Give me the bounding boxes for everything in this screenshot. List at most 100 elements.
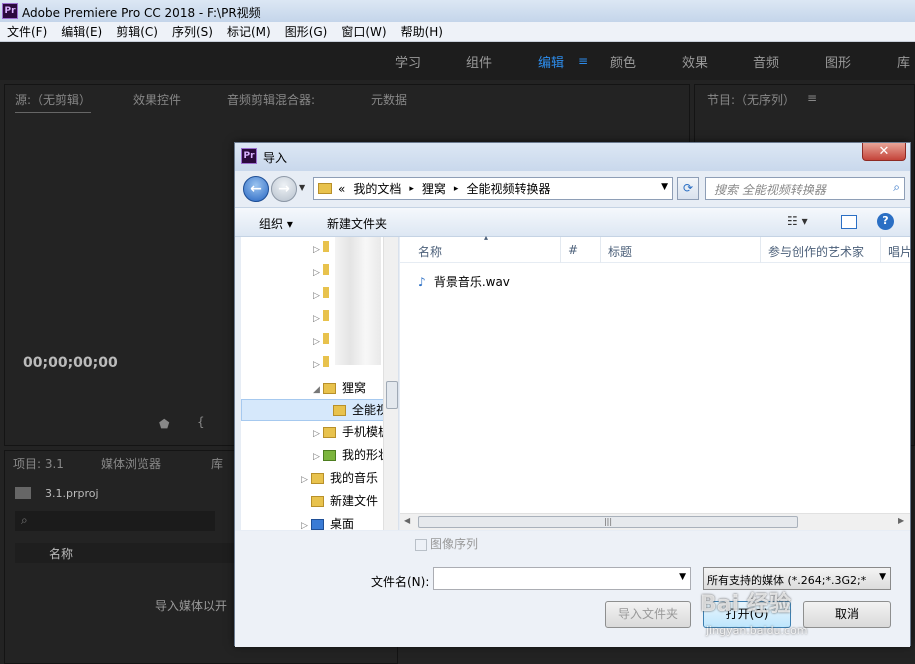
workspace-tab-editing[interactable]: 编辑 — [538, 52, 564, 71]
search-icon[interactable]: ⌕ — [893, 180, 900, 195]
tree-item-desktop[interactable]: ▷ 桌面 — [301, 513, 354, 530]
menu-bar: 文件(F) 编辑(E) 剪辑(C) 序列(S) 标记(M) 图形(G) 窗口(W… — [0, 22, 915, 42]
in-point-icon[interactable]: { — [197, 415, 205, 429]
watermark-logo: Bai 经验 — [700, 592, 791, 617]
tab-program[interactable]: 节目:（无序列） — [707, 91, 795, 108]
menu-file[interactable]: 文件(F) — [0, 23, 54, 40]
workspace-tab-effects[interactable]: 效果 — [682, 52, 708, 71]
breadcrumb-converter[interactable]: 全能视频转换器 — [466, 180, 550, 197]
workspace-menu-icon[interactable]: ≡ — [578, 54, 588, 68]
history-dropdown-icon[interactable]: ▼ — [299, 183, 305, 192]
tree-item-my-shapes[interactable]: ▷ 我的形状 — [313, 444, 390, 466]
breadcrumb-separator-icon[interactable]: ▸ — [454, 184, 459, 194]
menu-graphics[interactable]: 图形(G) — [278, 23, 335, 40]
premiere-logo-icon: Pr — [241, 148, 257, 164]
column-name[interactable]: 名称 — [418, 243, 442, 260]
file-item[interactable]: ♪ 背景音乐.wav — [418, 273, 510, 290]
project-search-input[interactable] — [15, 511, 215, 531]
dialog-title-bar: Pr 导入 ✕ — [235, 143, 910, 171]
file-list: 名称 ▴ # 标题 参与创作的艺术家 唱片 ♪ 背景音乐.wav ◀ ||| ▶ — [400, 233, 912, 530]
workspace-tab-learning[interactable]: 学习 — [395, 52, 421, 71]
breadcrumb-overflow[interactable]: « — [338, 182, 345, 196]
tree-scrollbar[interactable] — [383, 237, 398, 530]
close-button[interactable]: ✕ — [862, 143, 906, 161]
panel-menu-icon[interactable]: ≡ — [807, 91, 817, 105]
project-file-name: 3.1.prproj — [45, 487, 99, 500]
horizontal-scroll-thumb[interactable]: ||| — [418, 516, 798, 528]
dialog-toolbar: 组织 ▾ 新建文件夹 ☷ ▾ ? — [235, 207, 910, 237]
horizontal-scrollbar[interactable]: ◀ ||| ▶ — [400, 513, 910, 530]
checkbox-icon[interactable] — [415, 538, 427, 551]
app-title: Adobe Premiere Pro CC 2018 - F:\PR视频 — [22, 6, 261, 20]
watermark-url: jingyan.baidu.com — [706, 624, 808, 637]
search-input[interactable]: 搜索 全能视频转换器 ⌕ — [705, 177, 905, 200]
sort-ascending-icon: ▴ — [484, 233, 489, 242]
breadcrumb-my-documents[interactable]: 我的文档 — [353, 180, 401, 197]
file-name: 背景音乐.wav — [433, 275, 510, 289]
audio-file-icon: ♪ — [418, 275, 426, 289]
tab-metadata[interactable]: 元数据 — [371, 91, 407, 108]
folder-tree: ▷ ▷ ▷ ▷ ▷ ▷ ◢ 狸窝 全能视 ▷ 手机模板 ▷ 我的形状 ▷ 我的音乐 新建… — [241, 237, 399, 530]
workspace-tab-assembly[interactable]: 组件 — [466, 52, 492, 71]
filter-dropdown-icon[interactable]: ▼ — [879, 572, 886, 582]
address-dropdown-icon[interactable]: ▼ — [661, 182, 668, 192]
breadcrumb-separator-icon[interactable]: ▸ — [409, 184, 414, 194]
address-bar-row: ← → ▼ « 我的文档 ▸ 狸窝 ▸ 全能视频转换器 ▼ ⟳ 搜索 全能视频转… — [241, 173, 906, 205]
dialog-bottom: 图像序列 文件名(N): ▼ 所有支持的媒体 (*.264;*.3G2;* ▼ … — [235, 531, 910, 647]
tree-item-my-music[interactable]: ▷ 我的音乐 — [301, 467, 378, 489]
menu-help[interactable]: 帮助(H) — [394, 23, 450, 40]
menu-window[interactable]: 窗口(W) — [334, 23, 393, 40]
desktop-folder-icon — [311, 519, 324, 530]
refresh-icon[interactable]: ⟳ — [677, 177, 699, 200]
marker-icon[interactable]: ⬟ — [159, 417, 169, 431]
organize-button[interactable]: 组织 ▾ — [259, 215, 293, 232]
tab-source[interactable]: 源:（无剪辑） — [15, 91, 92, 113]
column-name[interactable]: 名称 — [49, 545, 73, 562]
column-album[interactable]: 唱片 — [888, 243, 912, 260]
filename-dropdown-icon[interactable]: ▼ — [679, 572, 686, 582]
scroll-right-icon[interactable]: ▶ — [898, 516, 904, 525]
source-timecode[interactable]: 00;00;00;00 — [23, 355, 118, 371]
tab-project[interactable]: 项目: 3.1 — [13, 455, 64, 472]
workspace-tab-graphics[interactable]: 图形 — [825, 52, 851, 71]
cancel-button[interactable]: 取消 — [803, 601, 891, 628]
new-folder-button[interactable]: 新建文件夹 — [327, 215, 387, 232]
workspace-tab-audio[interactable]: 音频 — [753, 52, 779, 71]
tab-audio-clip-mixer[interactable]: 音频剪辑混合器: — [227, 91, 315, 108]
tree-item-converter[interactable]: 全能视 — [333, 399, 388, 421]
menu-clip[interactable]: 剪辑(C) — [109, 23, 165, 40]
column-artist[interactable]: 参与创作的艺术家 — [768, 243, 864, 260]
column-title[interactable]: 标题 — [608, 243, 632, 260]
forward-arrow-icon[interactable]: → — [271, 176, 297, 202]
tab-effect-controls[interactable]: 效果控件 — [133, 91, 181, 108]
menu-edit[interactable]: 编辑(E) — [54, 23, 109, 40]
preview-pane-icon[interactable] — [841, 215, 857, 229]
column-number[interactable]: # — [568, 243, 578, 257]
workspace-tab-libraries[interactable]: 库 — [897, 52, 910, 71]
tree-scroll-thumb[interactable] — [386, 381, 398, 409]
search-icon: ⌕ — [21, 513, 28, 527]
breadcrumb-liwo[interactable]: 狸窝 — [422, 180, 446, 197]
tree-item-phone-templates[interactable]: ▷ 手机模板 — [313, 421, 390, 443]
tab-libraries[interactable]: 库 — [211, 455, 223, 472]
workspace-tab-color[interactable]: 颜色 — [610, 52, 636, 71]
folder-icon — [333, 405, 346, 416]
filename-input[interactable]: ▼ — [433, 567, 691, 590]
image-sequence-checkbox[interactable]: 图像序列 — [415, 535, 478, 552]
menu-marker[interactable]: 标记(M) — [220, 23, 278, 40]
app-title-bar: Pr Adobe Premiere Pro CC 2018 - F:\PR视频 — [0, 0, 915, 22]
file-column-header: 名称 ▴ # 标题 参与创作的艺术家 唱片 — [400, 233, 912, 263]
blurred-region — [335, 237, 381, 365]
import-folder-button[interactable]: 导入文件夹 — [605, 601, 691, 628]
menu-sequence[interactable]: 序列(S) — [165, 23, 220, 40]
scroll-left-icon[interactable]: ◀ — [404, 516, 410, 525]
back-arrow-icon[interactable]: ← — [243, 176, 269, 202]
import-media-hint: 导入媒体以开 — [155, 599, 228, 613]
import-dialog: Pr 导入 ✕ ← → ▼ « 我的文档 ▸ 狸窝 ▸ 全能视频转换器 ▼ ⟳ … — [234, 142, 912, 647]
tree-item-liwo[interactable]: ◢ 狸窝 — [313, 377, 366, 399]
help-icon[interactable]: ? — [877, 213, 894, 230]
tab-media-browser[interactable]: 媒体浏览器 — [101, 455, 161, 472]
tree-item-new-folder[interactable]: 新建文件 — [311, 490, 378, 512]
address-box[interactable]: « 我的文档 ▸ 狸窝 ▸ 全能视频转换器 ▼ — [313, 177, 673, 200]
view-options-icon[interactable]: ☷ ▾ — [787, 214, 808, 228]
